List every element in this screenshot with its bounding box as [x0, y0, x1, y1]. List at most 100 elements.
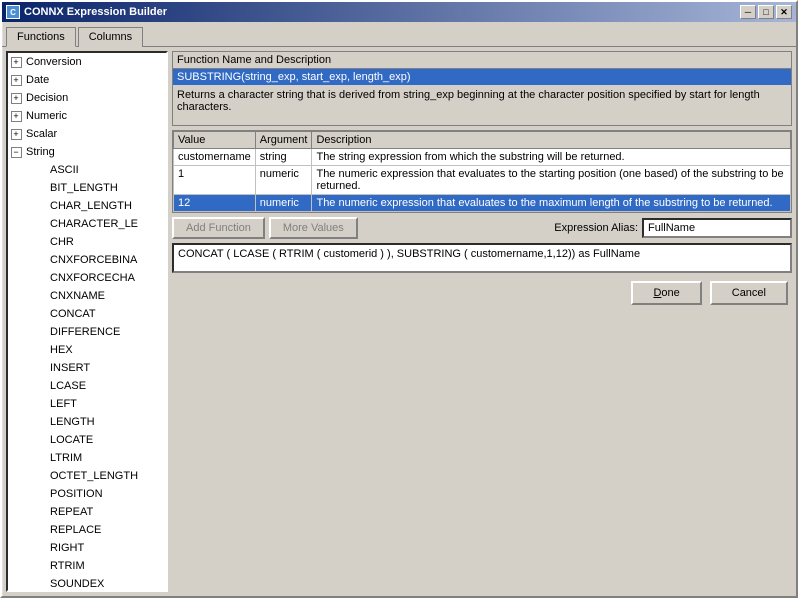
spacer-cnxname — [32, 288, 48, 304]
spacer-rtrim — [32, 558, 48, 574]
expand-icon-numeric: + — [8, 108, 24, 124]
cell-description-1: The string expression from which the sub… — [312, 149, 791, 166]
tree-item-numeric[interactable]: + Numeric — [8, 107, 166, 125]
tree-item-decision[interactable]: + Decision — [8, 89, 166, 107]
tree-item-replace[interactable]: REPLACE — [8, 521, 166, 539]
spacer-locate — [32, 432, 48, 448]
col-header-value: Value — [174, 132, 256, 149]
expand-icon-decision: + — [8, 90, 24, 106]
expand-icon-date: + — [8, 72, 24, 88]
more-values-button[interactable]: More Values — [269, 217, 358, 239]
spacer-difference — [32, 324, 48, 340]
tree-item-left[interactable]: LEFT — [8, 395, 166, 413]
spacer-cnxforcebina — [32, 252, 48, 268]
tree-item-scalar[interactable]: + Scalar — [8, 125, 166, 143]
tree-item-repeat[interactable]: REPEAT — [8, 503, 166, 521]
spacer-soundex — [32, 576, 48, 592]
function-name-bar: SUBSTRING(string_exp, start_exp, length_… — [173, 69, 791, 85]
spacer-octet-length — [32, 468, 48, 484]
tree-item-cnxname[interactable]: CNXNAME — [8, 287, 166, 305]
function-tree[interactable]: + Conversion + Date + Decision — [6, 51, 168, 592]
spacer-ltrim — [32, 450, 48, 466]
titlebar-icon: C — [6, 5, 20, 19]
tree-item-cnxforcecha[interactable]: CNXFORCECHA — [8, 269, 166, 287]
cell-value-3: 12 — [174, 195, 256, 212]
tree-item-char-length[interactable]: CHAR_LENGTH — [8, 197, 166, 215]
tree-item-rtrim[interactable]: RTRIM — [8, 557, 166, 575]
tab-columns[interactable]: Columns — [78, 27, 143, 47]
spacer-position — [32, 486, 48, 502]
tree-item-right[interactable]: RIGHT — [8, 539, 166, 557]
spacer-insert — [32, 360, 48, 376]
cell-value-1: customername — [174, 149, 256, 166]
tree-item-character-le[interactable]: CHARACTER_LE — [8, 215, 166, 233]
tree-item-difference[interactable]: DIFFERENCE — [8, 323, 166, 341]
col-header-argument: Argument — [255, 132, 312, 149]
table-row[interactable]: 12 numeric The numeric expression that e… — [174, 195, 791, 212]
cell-argument-1: string — [255, 149, 312, 166]
spacer-concat — [32, 306, 48, 322]
expand-icon-scalar: + — [8, 126, 24, 142]
tree-item-chr[interactable]: CHR — [8, 233, 166, 251]
main-window: C CONNX Expression Builder ─ □ ✕ Functio… — [0, 0, 798, 598]
function-section: Function Name and Description SUBSTRING(… — [172, 51, 792, 126]
titlebar-controls: ─ □ ✕ — [740, 5, 792, 19]
spacer-cnxforcecha — [32, 270, 48, 286]
tree-item-length[interactable]: LENGTH — [8, 413, 166, 431]
arguments-table-section: Value Argument Description customername … — [172, 130, 792, 213]
tree-item-conversion[interactable]: + Conversion — [8, 53, 166, 71]
add-function-button[interactable]: Add Function — [172, 217, 265, 239]
titlebar-title: C CONNX Expression Builder — [6, 5, 167, 19]
function-description: Returns a character string that is deriv… — [173, 85, 791, 125]
tree-item-ltrim[interactable]: LTRIM — [8, 449, 166, 467]
tree-item-concat[interactable]: CONCAT — [8, 305, 166, 323]
tree-item-lcase[interactable]: LCASE — [8, 377, 166, 395]
titlebar: C CONNX Expression Builder ─ □ ✕ — [2, 2, 796, 22]
tree-item-position[interactable]: POSITION — [8, 485, 166, 503]
tabbar: Functions Columns — [2, 22, 796, 46]
tree-item-bit-length[interactable]: BIT_LENGTH — [8, 179, 166, 197]
maximize-button[interactable]: □ — [758, 5, 774, 19]
spacer-length — [32, 414, 48, 430]
tree-item-soundex[interactable]: SOUNDEX — [8, 575, 166, 592]
cell-argument-3: numeric — [255, 195, 312, 212]
spacer-hex — [32, 342, 48, 358]
table-row[interactable]: 1 numeric The numeric expression that ev… — [174, 166, 791, 195]
spacer-repeat — [32, 504, 48, 520]
cancel-button[interactable]: Cancel — [710, 281, 788, 305]
cell-value-2: 1 — [174, 166, 256, 195]
col-header-description: Description — [312, 132, 791, 149]
table-row[interactable]: customername string The string expressio… — [174, 149, 791, 166]
spacer-bit-length — [32, 180, 48, 196]
bottom-button-row: Done Cancel — [172, 277, 792, 307]
spacer-ascii — [32, 162, 48, 178]
minimize-button[interactable]: ─ — [740, 5, 756, 19]
tree-item-date[interactable]: + Date — [8, 71, 166, 89]
expression-alias-input[interactable] — [642, 218, 792, 238]
tree-item-ascii[interactable]: ASCII — [8, 161, 166, 179]
main-content: + Conversion + Date + Decision — [2, 46, 796, 596]
tree-item-hex[interactable]: HEX — [8, 341, 166, 359]
close-button[interactable]: ✕ — [776, 5, 792, 19]
tree-item-cnxforcebina[interactable]: CNXFORCEBINA — [8, 251, 166, 269]
right-panel: Function Name and Description SUBSTRING(… — [172, 51, 792, 592]
tree-item-string[interactable]: − String — [8, 143, 166, 161]
spacer-left — [32, 396, 48, 412]
cell-description-3: The numeric expression that evaluates to… — [312, 195, 791, 212]
tab-functions[interactable]: Functions — [6, 27, 76, 47]
spacer-right — [32, 540, 48, 556]
spacer-lcase — [32, 378, 48, 394]
tree-item-insert[interactable]: INSERT — [8, 359, 166, 377]
spacer-replace — [32, 522, 48, 538]
alias-label: Expression Alias: — [554, 222, 638, 234]
function-section-header: Function Name and Description — [173, 52, 791, 69]
tree-item-octet-length[interactable]: OCTET_LENGTH — [8, 467, 166, 485]
cell-description-2: The numeric expression that evaluates to… — [312, 166, 791, 195]
arguments-table: Value Argument Description customername … — [173, 131, 791, 212]
action-button-row: Add Function More Values Expression Alia… — [172, 217, 792, 239]
done-button[interactable]: Done — [631, 281, 701, 305]
expression-area[interactable]: CONCAT ( LCASE ( RTRIM ( customerid ) ),… — [172, 243, 792, 273]
tree-item-locate[interactable]: LOCATE — [8, 431, 166, 449]
spacer-char-length — [32, 198, 48, 214]
spacer-character-le — [32, 216, 48, 232]
